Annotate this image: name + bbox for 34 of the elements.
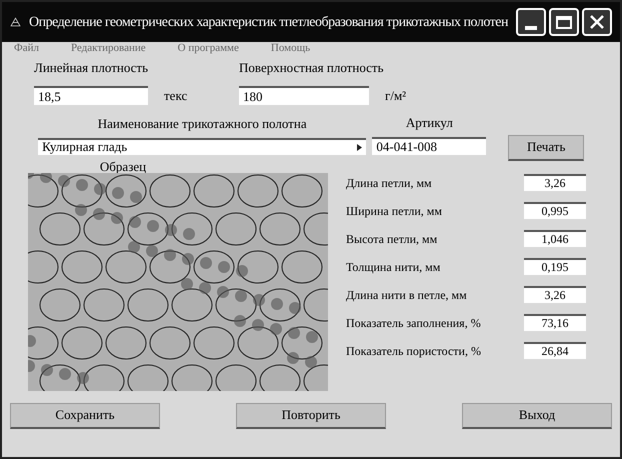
- result-label: Длина петли, мм: [346, 174, 432, 192]
- result-label: Ширина петли, мм: [346, 202, 442, 220]
- result-label: Толщина нити, мм: [346, 258, 440, 276]
- input-field[interactable]: 18,5: [34, 86, 148, 105]
- input-field[interactable]: 04-041-008: [372, 136, 486, 154]
- menu-item[interactable]: О программе: [178, 40, 239, 56]
- result-label: Показатель пористости, %: [346, 342, 481, 360]
- window-title: Определение геометрических характеристик тпетлеобразования трикотажных полотен: [29, 14, 508, 32]
- result-field: 3,26: [524, 286, 586, 303]
- action-button[interactable]: Сохранить: [10, 402, 160, 428]
- fabric-dropdown[interactable]: Кулирная гладь: [38, 138, 366, 154]
- result-label: Длина нити в петле, мм: [346, 286, 467, 304]
- action-button[interactable]: Повторить: [236, 402, 386, 428]
- menu-item[interactable]: Файл: [14, 40, 39, 56]
- menu-item[interactable]: Редактирование: [70, 40, 146, 56]
- sample-label: Образец: [100, 160, 146, 172]
- result-field: 3,26: [524, 174, 586, 191]
- print-button[interactable]: Печать: [508, 134, 584, 160]
- field-label: Поверхностная плотность: [239, 59, 385, 77]
- result-label: Высота петли, мм: [346, 230, 438, 248]
- field-label: Линейная плотность: [34, 59, 150, 77]
- result-field: 0,195: [524, 258, 586, 275]
- input-field[interactable]: 180: [239, 86, 369, 105]
- field-label: Наименование трикотажного полотна: [98, 115, 307, 133]
- result-label: Показатель заполнения, %: [346, 314, 481, 332]
- unit-label: текс: [164, 86, 188, 104]
- unit-label: г/м²: [385, 86, 406, 104]
- result-field: 73,16: [524, 314, 586, 331]
- field-label: Артикул: [406, 114, 453, 132]
- menu-item[interactable]: Помощь: [270, 40, 310, 56]
- result-field: 1,046: [524, 230, 586, 247]
- result-field: 0,995: [524, 202, 586, 219]
- action-button[interactable]: Выход: [462, 402, 612, 428]
- result-field: 26,84: [524, 342, 586, 359]
